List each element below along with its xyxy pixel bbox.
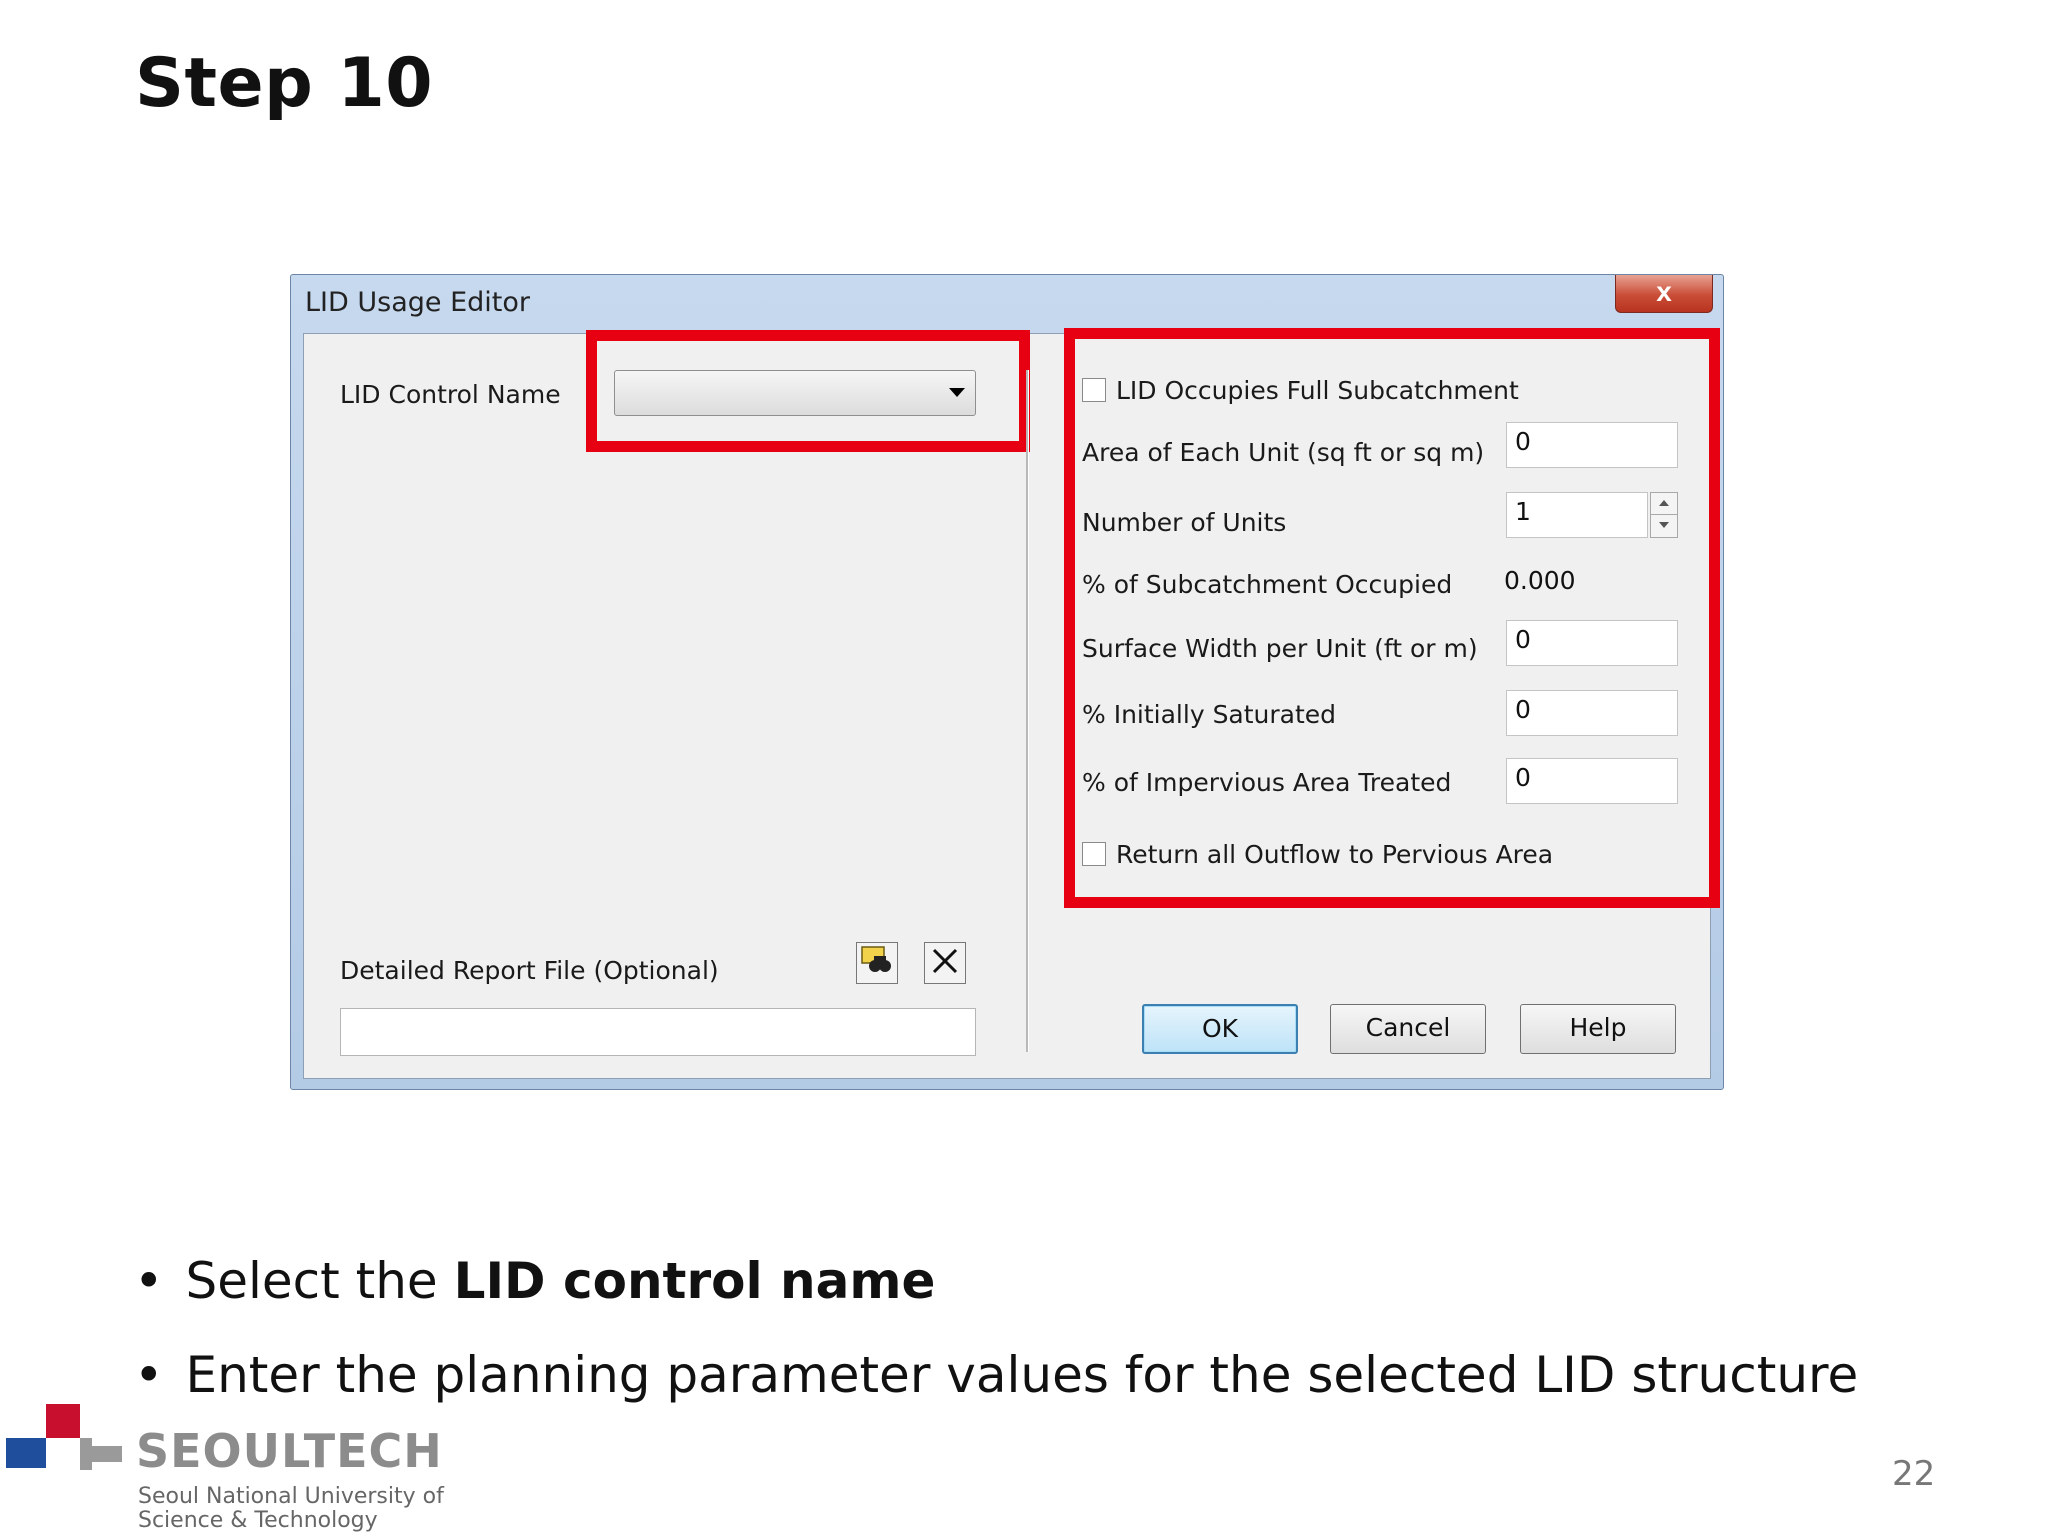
highlight-box-control-name xyxy=(586,330,1030,452)
bullet-1-text: Select the xyxy=(185,1252,454,1310)
slide-title: Step 10 xyxy=(135,44,434,123)
cancel-button[interactable]: Cancel xyxy=(1330,1004,1486,1054)
logo-subtitle-1: Seoul National University of xyxy=(138,1484,444,1509)
close-button[interactable]: x xyxy=(1615,275,1713,313)
report-file-label: Detailed Report File (Optional) xyxy=(340,956,719,985)
binoculars-icon xyxy=(861,946,891,972)
close-icon xyxy=(932,948,958,974)
lid-control-name-label: LID Control Name xyxy=(340,380,561,409)
seoultech-logo: SEOULTECH Seoul National University of S… xyxy=(6,1400,444,1536)
bullet-select-control: • Select the LID control name xyxy=(134,1252,935,1310)
help-button[interactable]: Help xyxy=(1520,1004,1676,1054)
lid-usage-editor-dialog: LID Usage Editor x LID Control Name Deta… xyxy=(290,274,1724,1090)
logo-subtitle-2: Science & Technology xyxy=(138,1508,378,1533)
ok-button[interactable]: OK xyxy=(1142,1004,1298,1054)
highlight-box-parameters xyxy=(1064,328,1720,908)
browse-file-button[interactable] xyxy=(856,942,898,984)
bullet-2-text: Enter the planning parameter values for … xyxy=(185,1346,1859,1404)
report-file-input[interactable] xyxy=(340,1008,976,1056)
seoultech-emblem xyxy=(6,1404,122,1470)
close-icon: x xyxy=(1656,276,1672,307)
logo-wordmark: SEOULTECH xyxy=(136,1424,443,1478)
dialog-title: LID Usage Editor xyxy=(305,287,530,318)
pane-divider xyxy=(1026,370,1029,1052)
bullet-1-bold: LID control name xyxy=(453,1252,936,1310)
clear-file-button[interactable] xyxy=(924,942,966,984)
bullet-dot: • xyxy=(134,1252,164,1310)
dialog-client-area: LID Control Name Detailed Report File (O… xyxy=(303,328,1720,1079)
page-number: 22 xyxy=(1892,1454,1936,1494)
bullet-dot: • xyxy=(134,1346,164,1404)
bullet-enter-parameters: • Enter the planning parameter values for… xyxy=(134,1346,1858,1404)
